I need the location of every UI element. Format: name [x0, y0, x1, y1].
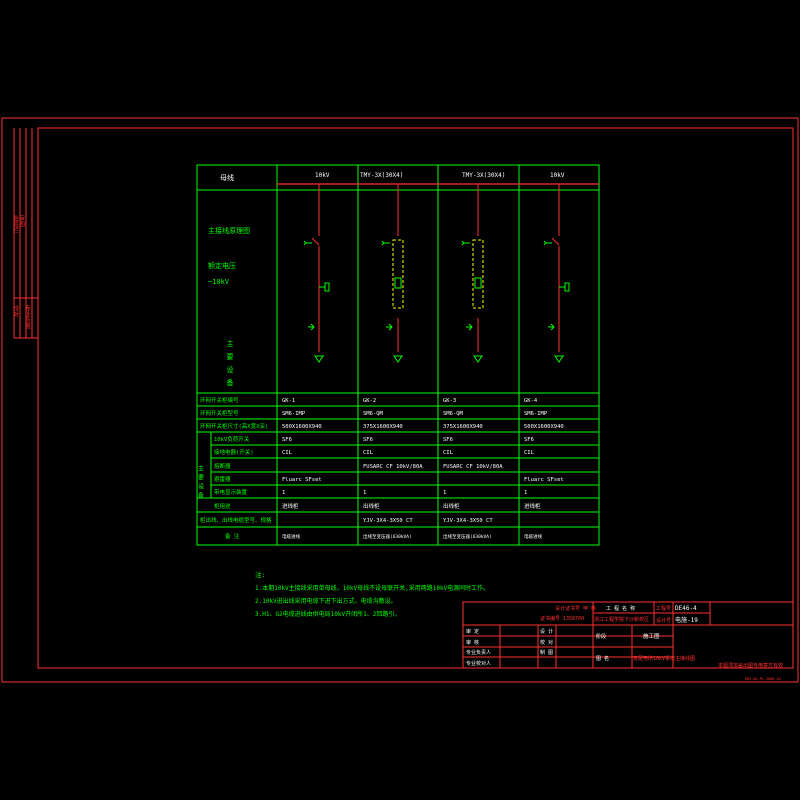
busbar-label: 母线	[220, 173, 234, 182]
project-name: 浙江工程学院下沙新校区	[594, 616, 649, 623]
feeder-gk4-parts	[543, 240, 570, 363]
cell: 1	[443, 490, 446, 496]
cell: 进线柜	[524, 502, 541, 510]
feeder-gk3-dashed	[472, 239, 484, 309]
cell: CIL	[363, 450, 374, 456]
cert1: 设计证书号 甲 级	[555, 605, 596, 612]
cell: SF6	[524, 437, 534, 443]
cell: SM6-IMP	[524, 411, 548, 417]
cell: GK-2	[363, 398, 376, 404]
cell: 500X1600X940	[282, 424, 322, 430]
row-label: 接地电器(开关)	[214, 448, 254, 456]
stage-label: 阶段	[596, 633, 606, 640]
row-label: 备 注	[225, 532, 240, 540]
cell: 出线柜	[443, 502, 460, 510]
cell: FUSARC CF 10kV/80A	[443, 464, 503, 470]
diagram-title: 主接线原理图	[208, 226, 250, 235]
note-3: 3.H1、G2电缆进线由供电局10kV开闭所1、2回路引。	[255, 610, 400, 618]
feeder-gk3-parts	[461, 240, 483, 363]
row-label: 柜用途	[214, 502, 231, 510]
cell: GK-1	[282, 398, 295, 404]
cell: SF6	[363, 437, 373, 443]
strip-text-2: 审图	[18, 214, 25, 228]
role-design: 设 计	[540, 628, 553, 635]
drawing-canvas: 会签栏 审图 校对 专业负责 母线 10kV TMY-3X(30X4) TMY-…	[1, 117, 799, 683]
cell: 进线柜	[282, 502, 299, 510]
role-proof: 校 对	[540, 639, 553, 646]
cell: SM6-IMP	[282, 411, 306, 417]
drawing-no-label: 工程号	[656, 605, 671, 612]
notes-title: 注:	[255, 570, 265, 579]
design-no-label: 设计号	[656, 617, 671, 624]
cell: GK-4	[524, 398, 538, 404]
row-label: 柜出线、出线电缆型号、规格	[200, 516, 272, 524]
feeder-gk1-parts	[303, 240, 330, 363]
cell: Fluarc SFset	[282, 477, 322, 483]
role-lead: 专业负责人	[466, 649, 491, 656]
bus-label-2: TMY-3X(30X4)	[360, 172, 403, 179]
row-label: 环网开关柜型号	[200, 409, 239, 417]
cell: 电缆进线	[524, 533, 542, 540]
cell: SF6	[443, 437, 453, 443]
main-equipment-side: 主要设备	[197, 464, 204, 501]
right-note: 本图须加盖出图专用章方有效	[718, 662, 783, 669]
strip-text-4: 专业负责	[24, 304, 31, 330]
cell: SM6-QM	[443, 411, 464, 417]
row-label: 避雷器	[214, 475, 231, 483]
bus-label-4: 10kV	[550, 172, 565, 179]
cell: 出线柜	[363, 502, 380, 510]
rated-voltage-label: 额定电压	[208, 261, 236, 270]
row-label: 10kV负荷开关	[214, 435, 250, 443]
row-label: 环网开关柜尺寸(高X宽X深)	[200, 422, 268, 430]
cell: SF6	[282, 437, 292, 443]
cell: 500X1600X940	[524, 424, 564, 430]
cell: 375X1600X940	[363, 424, 403, 430]
cert2: 证书编号 1350700	[540, 615, 584, 622]
cell: CIL	[443, 450, 454, 456]
feeder-gk2-parts	[381, 240, 403, 363]
feeder-gk2-dashed	[392, 239, 404, 309]
strip-text-3: 校对	[12, 304, 19, 317]
cell: 出线至变压器(630kVA)	[363, 533, 412, 540]
cell: 375X1600X940	[443, 424, 483, 430]
row-label: 环网开关柜编号	[200, 396, 239, 404]
cell: 1	[363, 490, 366, 496]
rated-voltage-value: ~10kV	[208, 278, 230, 286]
outer-frame	[1, 117, 799, 683]
cell: 电缆进线	[282, 533, 300, 540]
role-check: 专业校对人	[466, 660, 491, 667]
cell: YJV-3X4-3X50 CT	[363, 518, 413, 524]
cell: FUSARC CF 10kV/80A	[363, 464, 423, 470]
stage: 施工图	[643, 632, 660, 640]
cell: 1	[524, 490, 527, 496]
bottom-tiny: GR5-BS-PL-2000 A3	[745, 677, 781, 681]
drawing-no: DE46-4	[675, 605, 697, 612]
cell: CIL	[282, 450, 293, 456]
fig-name: 变配电所10kV系统主接线图	[633, 655, 695, 662]
cell: SM6-QM	[363, 411, 384, 417]
table-rows: 环网开关柜编号 GK-1 GK-2 GK-3 GK-4 环网开关柜型号 SM6-…	[197, 396, 564, 540]
cell: 1	[282, 490, 285, 496]
row-label: 熔断器	[214, 462, 231, 470]
role-draw: 制 图	[540, 649, 553, 656]
note-1: 1.本期10kV主接线采用单母线，10kV母线不设母联开关,采用两路10kV电源…	[255, 584, 489, 592]
cell: YJV-3X4-3X50 CT	[443, 518, 493, 524]
row-label: 带电显示装置	[214, 488, 248, 496]
role-review: 审 核	[466, 639, 479, 646]
bus-label-1: 10kV	[315, 172, 330, 179]
main-equipment-label: 主要设备	[226, 339, 234, 392]
note-2: 2.10kV进出线采用电缆下进下出方式，电缆沟敷设。	[255, 597, 397, 605]
cell: CIL	[524, 450, 535, 456]
cell: 出线至变压器(630kVA)	[443, 533, 492, 540]
cell: Fluarc SFset	[524, 477, 564, 483]
company: 工 程 名 称	[606, 605, 635, 612]
bus-label-3: TMY-3X(30X4)	[462, 172, 505, 179]
cell: GK-3	[443, 398, 456, 404]
role-approve: 审 定	[466, 628, 479, 635]
design-no: 电施-19	[675, 616, 698, 624]
fig-label: 图 名	[596, 655, 609, 662]
